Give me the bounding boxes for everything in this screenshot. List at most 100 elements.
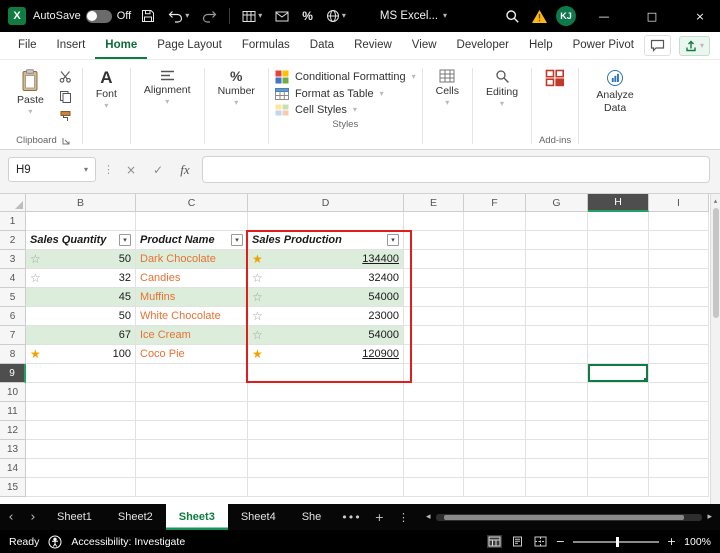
cell-I1[interactable] [649, 212, 709, 231]
cell-B15[interactable] [26, 478, 136, 497]
menu-tab-help[interactable]: Help [519, 32, 563, 59]
row-header-7[interactable]: 7 [0, 326, 26, 345]
cell-I2[interactable] [649, 231, 709, 250]
menu-tab-formulas[interactable]: Formulas [232, 32, 300, 59]
row-header-4[interactable]: 4 [0, 269, 26, 288]
maximize-button[interactable]: □ [632, 0, 672, 32]
cell-E11[interactable] [404, 402, 464, 421]
format-painter-button[interactable] [56, 109, 76, 124]
cell-D5[interactable]: ☆ 54000 [248, 288, 404, 307]
zoom-in-button[interactable]: + [667, 535, 676, 548]
cell-D15[interactable] [248, 478, 404, 497]
cell-D8[interactable]: ★ 120900 [248, 345, 404, 364]
menu-tab-file[interactable]: File [8, 32, 47, 59]
cell-D13[interactable] [248, 440, 404, 459]
cell-E4[interactable] [404, 269, 464, 288]
menu-tab-insert[interactable]: Insert [47, 32, 96, 59]
column-header-F[interactable]: F [464, 194, 526, 212]
cell-C7[interactable]: Ice Cream [136, 326, 248, 345]
cell-G4[interactable] [526, 269, 588, 288]
cell-E2[interactable] [404, 231, 464, 250]
row-header-5[interactable]: 5 [0, 288, 26, 307]
cell-E15[interactable] [404, 478, 464, 497]
row-header-1[interactable]: 1 [0, 212, 26, 231]
new-sheet-button[interactable]: + [368, 504, 391, 530]
zoom-out-button[interactable]: − [556, 535, 565, 548]
cell-C2[interactable]: Product Name ▾ [136, 231, 248, 250]
cell-B1[interactable] [26, 212, 136, 231]
cell-C9[interactable] [136, 364, 248, 383]
horizontal-scroll-thumb[interactable] [443, 514, 684, 520]
cell-H3[interactable] [588, 250, 649, 269]
warning-icon[interactable] [531, 9, 548, 24]
spreadsheet-grid[interactable]: B C D E F G H I 1 2 Sales Quantity ▾ Product Name ▾ Sa… [0, 194, 709, 497]
cell-G12[interactable] [526, 421, 588, 440]
sheet-tab-sheet2[interactable]: Sheet2 [105, 504, 166, 530]
cell-H12[interactable] [588, 421, 649, 440]
more-sheets-button[interactable]: ••• [334, 504, 367, 530]
cell-H8[interactable] [588, 345, 649, 364]
filter-button[interactable]: ▾ [119, 234, 131, 246]
row-header-13[interactable]: 13 [0, 440, 26, 459]
cell-F2[interactable] [464, 231, 526, 250]
cell-I8[interactable] [649, 345, 709, 364]
formula-input[interactable] [202, 156, 710, 183]
cells-button[interactable]: Cells ▾ [429, 66, 466, 110]
cell-E1[interactable] [404, 212, 464, 231]
cell-H4[interactable] [588, 269, 649, 288]
autosave-toggle[interactable]: AutoSave Off [33, 9, 131, 23]
cell-B5[interactable]: 45 [26, 288, 136, 307]
font-button[interactable]: A Font ▾ [89, 66, 124, 113]
cell-E5[interactable] [404, 288, 464, 307]
cell-D4[interactable]: ☆ 32400 [248, 269, 404, 288]
share-button[interactable]: ▾ [678, 35, 710, 56]
filter-button[interactable]: ▾ [231, 234, 243, 246]
paste-button[interactable]: Paste ▾ [10, 66, 51, 119]
cell-I13[interactable] [649, 440, 709, 459]
cell-F1[interactable] [464, 212, 526, 231]
cell-D1[interactable] [248, 212, 404, 231]
cell-H14[interactable] [588, 459, 649, 478]
cell-C14[interactable] [136, 459, 248, 478]
cell-G8[interactable] [526, 345, 588, 364]
conditional-formatting-button[interactable]: Conditional Formatting ▾ [275, 70, 416, 84]
cell-F12[interactable] [464, 421, 526, 440]
cell-E14[interactable] [404, 459, 464, 478]
cell-I9[interactable] [649, 364, 709, 383]
column-header-C[interactable]: C [136, 194, 248, 212]
cell-D10[interactable] [248, 383, 404, 402]
vertical-scrollbar[interactable]: ▴ [710, 194, 720, 504]
menu-tab-review[interactable]: Review [344, 32, 402, 59]
cell-H5[interactable] [588, 288, 649, 307]
cell-B3[interactable]: ☆ 50 [26, 250, 136, 269]
cell-C3[interactable]: Dark Chocolate [136, 250, 248, 269]
column-header-D[interactable]: D [248, 194, 404, 212]
cell-F7[interactable] [464, 326, 526, 345]
cell-G13[interactable] [526, 440, 588, 459]
cell-E7[interactable] [404, 326, 464, 345]
zoom-slider[interactable] [572, 536, 659, 547]
cell-F5[interactable] [464, 288, 526, 307]
cell-C4[interactable]: Candies [136, 269, 248, 288]
cell-I14[interactable] [649, 459, 709, 478]
cell-styles-button[interactable]: Cell Styles ▾ [275, 104, 416, 116]
dialog-launcher-icon[interactable] [62, 137, 70, 145]
cell-G3[interactable] [526, 250, 588, 269]
menu-tab-power-pivot[interactable]: Power Pivot [563, 32, 644, 59]
cell-D3[interactable]: ★ 134400 [248, 250, 404, 269]
cell-D11[interactable] [248, 402, 404, 421]
cell-I12[interactable] [649, 421, 709, 440]
row-header-9[interactable]: 9 [0, 364, 26, 383]
cell-H7[interactable] [588, 326, 649, 345]
zoom-level[interactable]: 100% [684, 536, 711, 548]
row-header-14[interactable]: 14 [0, 459, 26, 478]
cell-E8[interactable] [404, 345, 464, 364]
cell-E10[interactable] [404, 383, 464, 402]
sheet-tab-she[interactable]: She [289, 504, 335, 530]
cell-C5[interactable]: Muffins [136, 288, 248, 307]
cell-F10[interactable] [464, 383, 526, 402]
scroll-left-icon[interactable]: ◂ [426, 512, 431, 522]
cell-I10[interactable] [649, 383, 709, 402]
cell-D14[interactable] [248, 459, 404, 478]
cell-B2[interactable]: Sales Quantity ▾ [26, 231, 136, 250]
